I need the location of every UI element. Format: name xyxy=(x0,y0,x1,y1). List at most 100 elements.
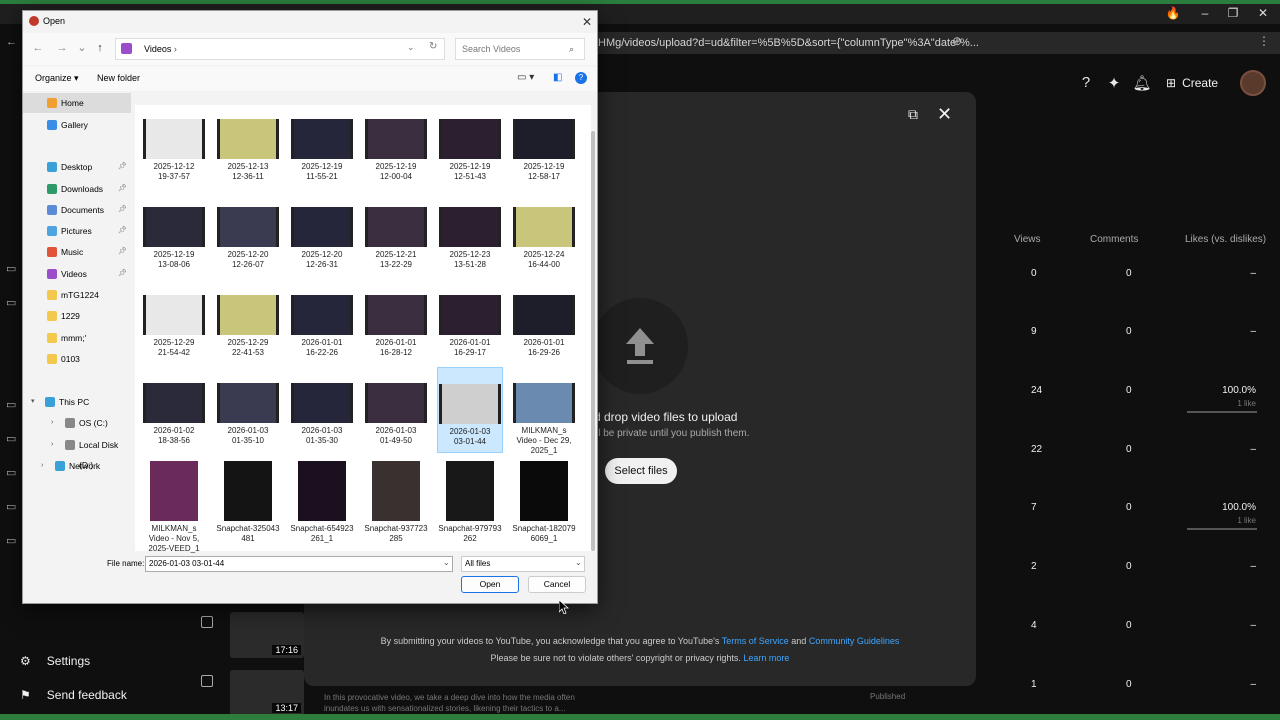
file-tile[interactable]: 2026-01-01 16-22-26 xyxy=(289,291,355,358)
pin-icon[interactable]: 📌︎ xyxy=(118,200,127,220)
rail-icon[interactable]: ▭ xyxy=(6,534,18,547)
cancel-button[interactable]: Cancel xyxy=(528,576,586,593)
maximize-icon[interactable]: ❐ xyxy=(1220,5,1246,21)
file-tile[interactable]: 2025-12-20 12-26-07 xyxy=(215,203,281,270)
rail-icon[interactable]: ▭ xyxy=(6,296,18,309)
file-type-select[interactable]: All files xyxy=(461,556,585,572)
refresh-icon[interactable]: ↻ xyxy=(429,41,437,52)
file-tile[interactable]: 2026-01-01 16-29-26 xyxy=(511,291,577,358)
file-tile[interactable]: 2025-12-12 19-37-57 xyxy=(141,115,207,182)
browser-menu-icon[interactable]: ⋮ xyxy=(1258,34,1274,50)
up-arrow-icon[interactable]: ↑ xyxy=(93,41,107,55)
sparkle-icon[interactable]: ✦ xyxy=(1104,74,1124,94)
file-tile[interactable]: 2026-01-01 16-29-17 xyxy=(437,291,503,358)
help-icon[interactable]: ? xyxy=(1076,74,1096,94)
file-tile[interactable]: Snapchat-654923 261_1 xyxy=(289,457,355,544)
forward-arrow-icon[interactable]: → xyxy=(55,41,69,55)
open-button[interactable]: Open xyxy=(461,576,519,593)
avatar[interactable] xyxy=(1240,70,1266,96)
nav-item[interactable]: Home xyxy=(23,93,131,113)
file-tile[interactable]: 2026-01-01 16-28-12 xyxy=(363,291,429,358)
nav-item[interactable]: 1229 xyxy=(23,306,131,326)
file-tile[interactable]: Snapchat-937723 285 xyxy=(363,457,429,544)
file-tile[interactable]: Snapchat-325043 481 xyxy=(215,457,281,544)
install-app-icon[interactable]: ⊕ xyxy=(952,34,968,50)
file-tile[interactable]: 2026-01-03 01-49-50 xyxy=(363,379,429,446)
new-folder-button[interactable]: New folder xyxy=(97,73,140,83)
column-header-comments[interactable]: Comments xyxy=(1090,234,1138,245)
file-tile[interactable]: 2025-12-24 16-44-00 xyxy=(511,203,577,270)
tree-item[interactable]: ▾ This PC xyxy=(23,392,131,412)
pin-icon[interactable]: 📌︎ xyxy=(118,221,127,241)
rail-icon[interactable]: ▭ xyxy=(6,432,18,445)
file-tile[interactable]: Snapchat-182079 6069_1 xyxy=(511,457,577,544)
file-name-dropdown-icon[interactable]: ⌄ xyxy=(443,558,450,567)
tree-item[interactable]: › Network xyxy=(23,456,131,476)
back-icon[interactable]: ← xyxy=(6,36,18,48)
nav-item[interactable]: mmm;' xyxy=(23,328,131,348)
preview-pane-icon[interactable]: ◧ xyxy=(553,72,562,83)
collapse-chevron-icon[interactable]: › xyxy=(51,435,53,455)
learn-more-link[interactable]: Learn more xyxy=(743,653,789,663)
search-input[interactable]: Search Videos xyxy=(455,38,585,60)
tree-item[interactable]: › OS (C:) xyxy=(23,413,131,433)
nav-item[interactable]: mTG1224 xyxy=(23,285,131,305)
back-arrow-icon[interactable]: ← xyxy=(31,41,45,55)
nav-item[interactable]: Downloads 📌︎ xyxy=(23,179,131,199)
flame-icon[interactable]: 🔥 xyxy=(1160,5,1186,21)
address-bar[interactable]: HMg/videos/upload?d=ud&filter=%5B%5D&sor… xyxy=(590,32,1280,54)
scrollbar[interactable] xyxy=(591,131,595,551)
organize-button[interactable]: Organize ▾ xyxy=(35,73,79,84)
file-tile[interactable]: 2025-12-19 12-58-17 xyxy=(511,115,577,182)
terms-link[interactable]: Terms of Service xyxy=(722,636,789,646)
pin-icon[interactable]: 📌︎ xyxy=(118,179,127,199)
rail-icon[interactable]: ▭ xyxy=(6,500,18,513)
file-tile[interactable]: 2025-12-21 13-22-29 xyxy=(363,203,429,270)
file-tile[interactable]: 2025-12-13 12-36-11 xyxy=(215,115,281,182)
row-checkbox[interactable] xyxy=(201,616,213,628)
file-tile[interactable]: 2025-12-19 12-51-43 xyxy=(437,115,503,182)
collapse-chevron-icon[interactable]: › xyxy=(41,456,43,476)
settings-link[interactable]: ⚙ Settings xyxy=(20,654,90,668)
video-thumbnail[interactable]: 13:17 xyxy=(230,670,304,716)
nav-item[interactable]: Gallery xyxy=(23,115,131,135)
recent-chevron-icon[interactable]: ⌄ xyxy=(75,41,89,55)
file-tile[interactable]: MILKMAN_s Video - Nov 5, 2025-VEED_1 xyxy=(141,457,207,554)
nav-item[interactable]: Music 📌︎ xyxy=(23,242,131,262)
close-icon[interactable]: ✕ xyxy=(937,104,955,124)
minimize-icon[interactable]: – xyxy=(1192,5,1218,21)
rail-icon[interactable]: ▭ xyxy=(6,398,18,411)
guidelines-link[interactable]: Community Guidelines xyxy=(809,636,900,646)
file-name-input[interactable]: 2026-01-03 03-01-44 xyxy=(145,556,453,572)
nav-item[interactable]: 0103 xyxy=(23,349,131,369)
view-options-icon[interactable]: ▭ ▾ xyxy=(517,72,534,83)
file-tile[interactable]: 2025-12-20 12-26-31 xyxy=(289,203,355,270)
column-header-likes[interactable]: Likes (vs. dislikes) xyxy=(1185,234,1266,245)
path-breadcrumb[interactable]: Videos › xyxy=(115,38,445,60)
column-header-views[interactable]: Views xyxy=(1014,234,1041,245)
breadcrumb-videos[interactable]: Videos xyxy=(144,44,171,54)
file-tile[interactable]: Snapchat-979793 262 xyxy=(437,457,503,544)
pin-icon[interactable]: 📌︎ xyxy=(118,242,127,262)
bell-icon[interactable]: 🔔︎ xyxy=(1132,74,1152,94)
select-files-button[interactable]: Select files xyxy=(605,458,677,484)
rail-icon[interactable]: ▭ xyxy=(6,262,18,275)
collapse-chevron-icon[interactable]: › xyxy=(51,413,53,433)
nav-item[interactable]: Documents 📌︎ xyxy=(23,200,131,220)
rail-icon[interactable]: ▭ xyxy=(6,466,18,479)
file-tile[interactable]: 2026-01-03 01-35-10 xyxy=(215,379,281,446)
file-tile[interactable]: MILKMAN_s Video - Dec 29, 2025_1 xyxy=(511,379,577,456)
row-checkbox[interactable] xyxy=(201,675,213,687)
help-icon[interactable]: ? xyxy=(575,72,587,84)
file-tile[interactable]: 2026-01-03 03-01-44 xyxy=(437,367,503,453)
tree-item[interactable]: › Local Disk (D:) xyxy=(23,435,131,470)
nav-item[interactable]: Desktop 📌︎ xyxy=(23,157,131,177)
video-thumbnail[interactable]: 17:16 xyxy=(230,612,304,658)
file-tile[interactable]: 2025-12-19 13-08-06 xyxy=(141,203,207,270)
file-tile[interactable]: 2026-01-03 01-35-30 xyxy=(289,379,355,446)
send-feedback-link[interactable]: ⚑ Send feedback xyxy=(20,688,127,702)
pin-icon[interactable]: 📌︎ xyxy=(118,264,127,284)
report-icon[interactable]: ⧉ xyxy=(908,106,926,124)
expand-chevron-icon[interactable]: ▾ xyxy=(31,392,35,412)
nav-item[interactable]: Videos 📌︎ xyxy=(23,264,131,284)
